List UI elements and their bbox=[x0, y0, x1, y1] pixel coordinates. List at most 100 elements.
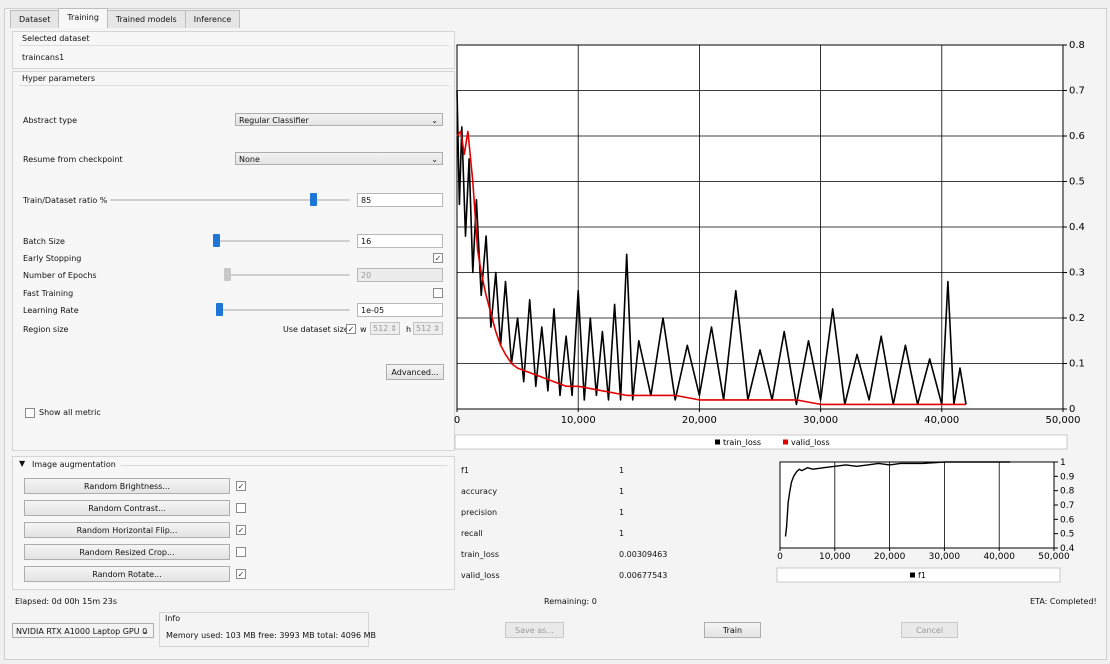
width-spinbox[interactable]: 512 ⇕ bbox=[370, 322, 400, 335]
fast-training-label: Fast Training bbox=[23, 289, 74, 298]
info-group: Info Memory used: 103 MB free: 3993 MB t… bbox=[159, 612, 376, 647]
use-dataset-size-label: Use dataset size bbox=[283, 325, 349, 334]
batch-size-slider-handle[interactable] bbox=[213, 234, 220, 247]
y-tick-label: 0.6 bbox=[1060, 515, 1075, 525]
memory-info-text: Memory used: 103 MB free: 3993 MB total:… bbox=[166, 631, 376, 640]
y-tick-label: 0.6 bbox=[1069, 131, 1085, 142]
tab-training[interactable]: Training bbox=[58, 8, 108, 28]
learning-rate-input[interactable]: 1e-05 bbox=[357, 303, 443, 317]
y-tick-label: 0.5 bbox=[1069, 177, 1085, 188]
y-tick-label: 0.5 bbox=[1060, 530, 1074, 540]
train-ratio-label: Train/Dataset ratio % bbox=[23, 196, 108, 205]
epochs-label: Number of Epochs bbox=[23, 271, 97, 280]
augmentation-checkbox[interactable]: ✓ bbox=[236, 481, 246, 491]
cancel-button[interactable]: Cancel bbox=[901, 622, 958, 638]
spin-arrows-icon: ⇕ bbox=[433, 324, 440, 333]
augmentation-button[interactable]: Random Rotate... bbox=[24, 566, 230, 582]
selected-dataset-value: traincans1 bbox=[22, 53, 65, 62]
metric-value: 1 bbox=[619, 529, 625, 538]
augmentation-checkbox[interactable]: ✓ bbox=[236, 525, 246, 535]
train-button[interactable]: Train bbox=[704, 622, 761, 638]
x-tick-label: 0 bbox=[454, 415, 460, 426]
augmentation-button[interactable]: Random Contrast... bbox=[24, 500, 230, 516]
region-size-label: Region size bbox=[23, 325, 69, 334]
y-tick-label: 0.4 bbox=[1069, 222, 1085, 233]
height-spinbox[interactable]: 512 ⇕ bbox=[413, 322, 443, 335]
metric-value: 1 bbox=[619, 466, 625, 475]
divider bbox=[19, 45, 449, 46]
collapse-triangle-icon[interactable]: ▼ bbox=[19, 459, 25, 468]
epochs-slider-handle[interactable] bbox=[224, 268, 231, 281]
x-tick-label: 20,000 bbox=[874, 552, 906, 562]
tab-dataset[interactable]: Dataset bbox=[10, 10, 60, 28]
valid_loss-legend-label: valid_loss bbox=[791, 438, 830, 447]
show-all-metric-label: Show all metric bbox=[39, 408, 101, 417]
augmentation-button[interactable]: Random Horizontal Flip... bbox=[24, 522, 230, 538]
early-stopping-checkbox[interactable]: ✓ bbox=[433, 253, 443, 263]
elapsed-text: Elapsed: 0d 00h 15m 23s bbox=[15, 597, 118, 606]
show-all-metric-checkbox[interactable] bbox=[25, 408, 35, 418]
augmentation-checkbox[interactable]: ✓ bbox=[236, 569, 246, 579]
metric-name: f1 bbox=[461, 466, 469, 475]
metric-value: 0.00309463 bbox=[619, 550, 668, 559]
y-tick-label: 0 bbox=[1069, 404, 1075, 415]
y-tick-label: 0.2 bbox=[1069, 313, 1085, 324]
metric-name: accuracy bbox=[461, 487, 498, 496]
augmentation-button[interactable]: Random Resized Crop... bbox=[24, 544, 230, 560]
tab-inference[interactable]: Inference bbox=[184, 10, 241, 28]
chevron-down-icon: ⌄ bbox=[142, 627, 149, 636]
advanced-button[interactable]: Advanced... bbox=[386, 364, 444, 380]
gpu-select[interactable]: NVIDIA RTX A1000 Laptop GPU 0 ⌄ bbox=[12, 623, 154, 638]
augmentation-checkbox[interactable] bbox=[236, 503, 246, 513]
selected-dataset-title: Selected dataset bbox=[22, 34, 90, 43]
height-label: h bbox=[406, 325, 412, 334]
hyper-parameters-group: Hyper parameters Abstract type Regular C… bbox=[12, 71, 455, 451]
learning-rate-label: Learning Rate bbox=[23, 306, 79, 315]
metric-value: 1 bbox=[619, 508, 625, 517]
use-dataset-size-checkbox[interactable]: ✓ bbox=[346, 324, 356, 334]
f1-legend-swatch bbox=[910, 572, 915, 578]
y-tick-label: 0.7 bbox=[1069, 86, 1085, 97]
batch-size-input[interactable]: 16 bbox=[357, 234, 443, 248]
batch-size-slider-track[interactable] bbox=[216, 240, 350, 242]
plot-area bbox=[779, 461, 1055, 549]
hyper-parameters-title: Hyper parameters bbox=[22, 74, 95, 83]
augmentation-button[interactable]: Random Brightness... bbox=[24, 478, 230, 494]
divider bbox=[121, 465, 447, 466]
resume-checkpoint-value: None bbox=[239, 155, 260, 164]
tab-bar: Dataset Training Trained models Inference bbox=[10, 8, 241, 28]
eta-text: ETA: Completed! bbox=[1030, 597, 1097, 606]
learning-rate-slider-track[interactable] bbox=[218, 309, 350, 311]
y-tick-label: 0.9 bbox=[1060, 472, 1075, 482]
x-tick-label: 50,000 bbox=[1046, 415, 1081, 426]
fast-training-checkbox[interactable] bbox=[433, 288, 443, 298]
metric-value: 0.00677543 bbox=[619, 571, 668, 580]
valid_loss-legend-swatch bbox=[783, 439, 788, 445]
metric-name: valid_loss bbox=[461, 571, 500, 580]
metric-name: train_loss bbox=[461, 550, 500, 559]
train-ratio-input[interactable]: 85 bbox=[357, 193, 443, 207]
learning-rate-slider-handle[interactable] bbox=[216, 303, 223, 316]
height-value: 512 bbox=[416, 324, 432, 333]
image-augmentation-group: ▼ Image augmentation Random Brightness..… bbox=[12, 456, 455, 590]
info-title: Info bbox=[165, 614, 181, 623]
x-tick-label: 30,000 bbox=[929, 552, 961, 562]
metric-name: precision bbox=[461, 508, 498, 517]
y-tick-label: 0.8 bbox=[1060, 487, 1075, 497]
epochs-slider-track[interactable] bbox=[227, 274, 350, 276]
spin-arrows-icon: ⇕ bbox=[390, 324, 397, 333]
resume-checkpoint-select[interactable]: None ⌄ bbox=[235, 152, 443, 165]
tab-trained-models[interactable]: Trained models bbox=[106, 10, 186, 28]
train_loss-legend-swatch bbox=[715, 439, 720, 445]
abstract-type-select[interactable]: Regular Classifier ⌄ bbox=[235, 113, 443, 126]
save-as-button[interactable]: Save as... bbox=[505, 622, 564, 638]
x-tick-label: 20,000 bbox=[682, 415, 717, 426]
augmentation-checkbox[interactable] bbox=[236, 547, 246, 557]
early-stopping-label: Early Stopping bbox=[23, 254, 82, 263]
epochs-input[interactable]: 20 bbox=[357, 268, 443, 282]
x-tick-label: 10,000 bbox=[819, 552, 851, 562]
width-label: w bbox=[360, 325, 367, 334]
f1-chart: 0 10,000 20,000 30,000 40,000 50,0000.40.50.6… bbox=[776, 458, 1075, 583]
train-ratio-slider-handle[interactable] bbox=[310, 193, 317, 206]
x-tick-label: 10,000 bbox=[561, 415, 596, 426]
